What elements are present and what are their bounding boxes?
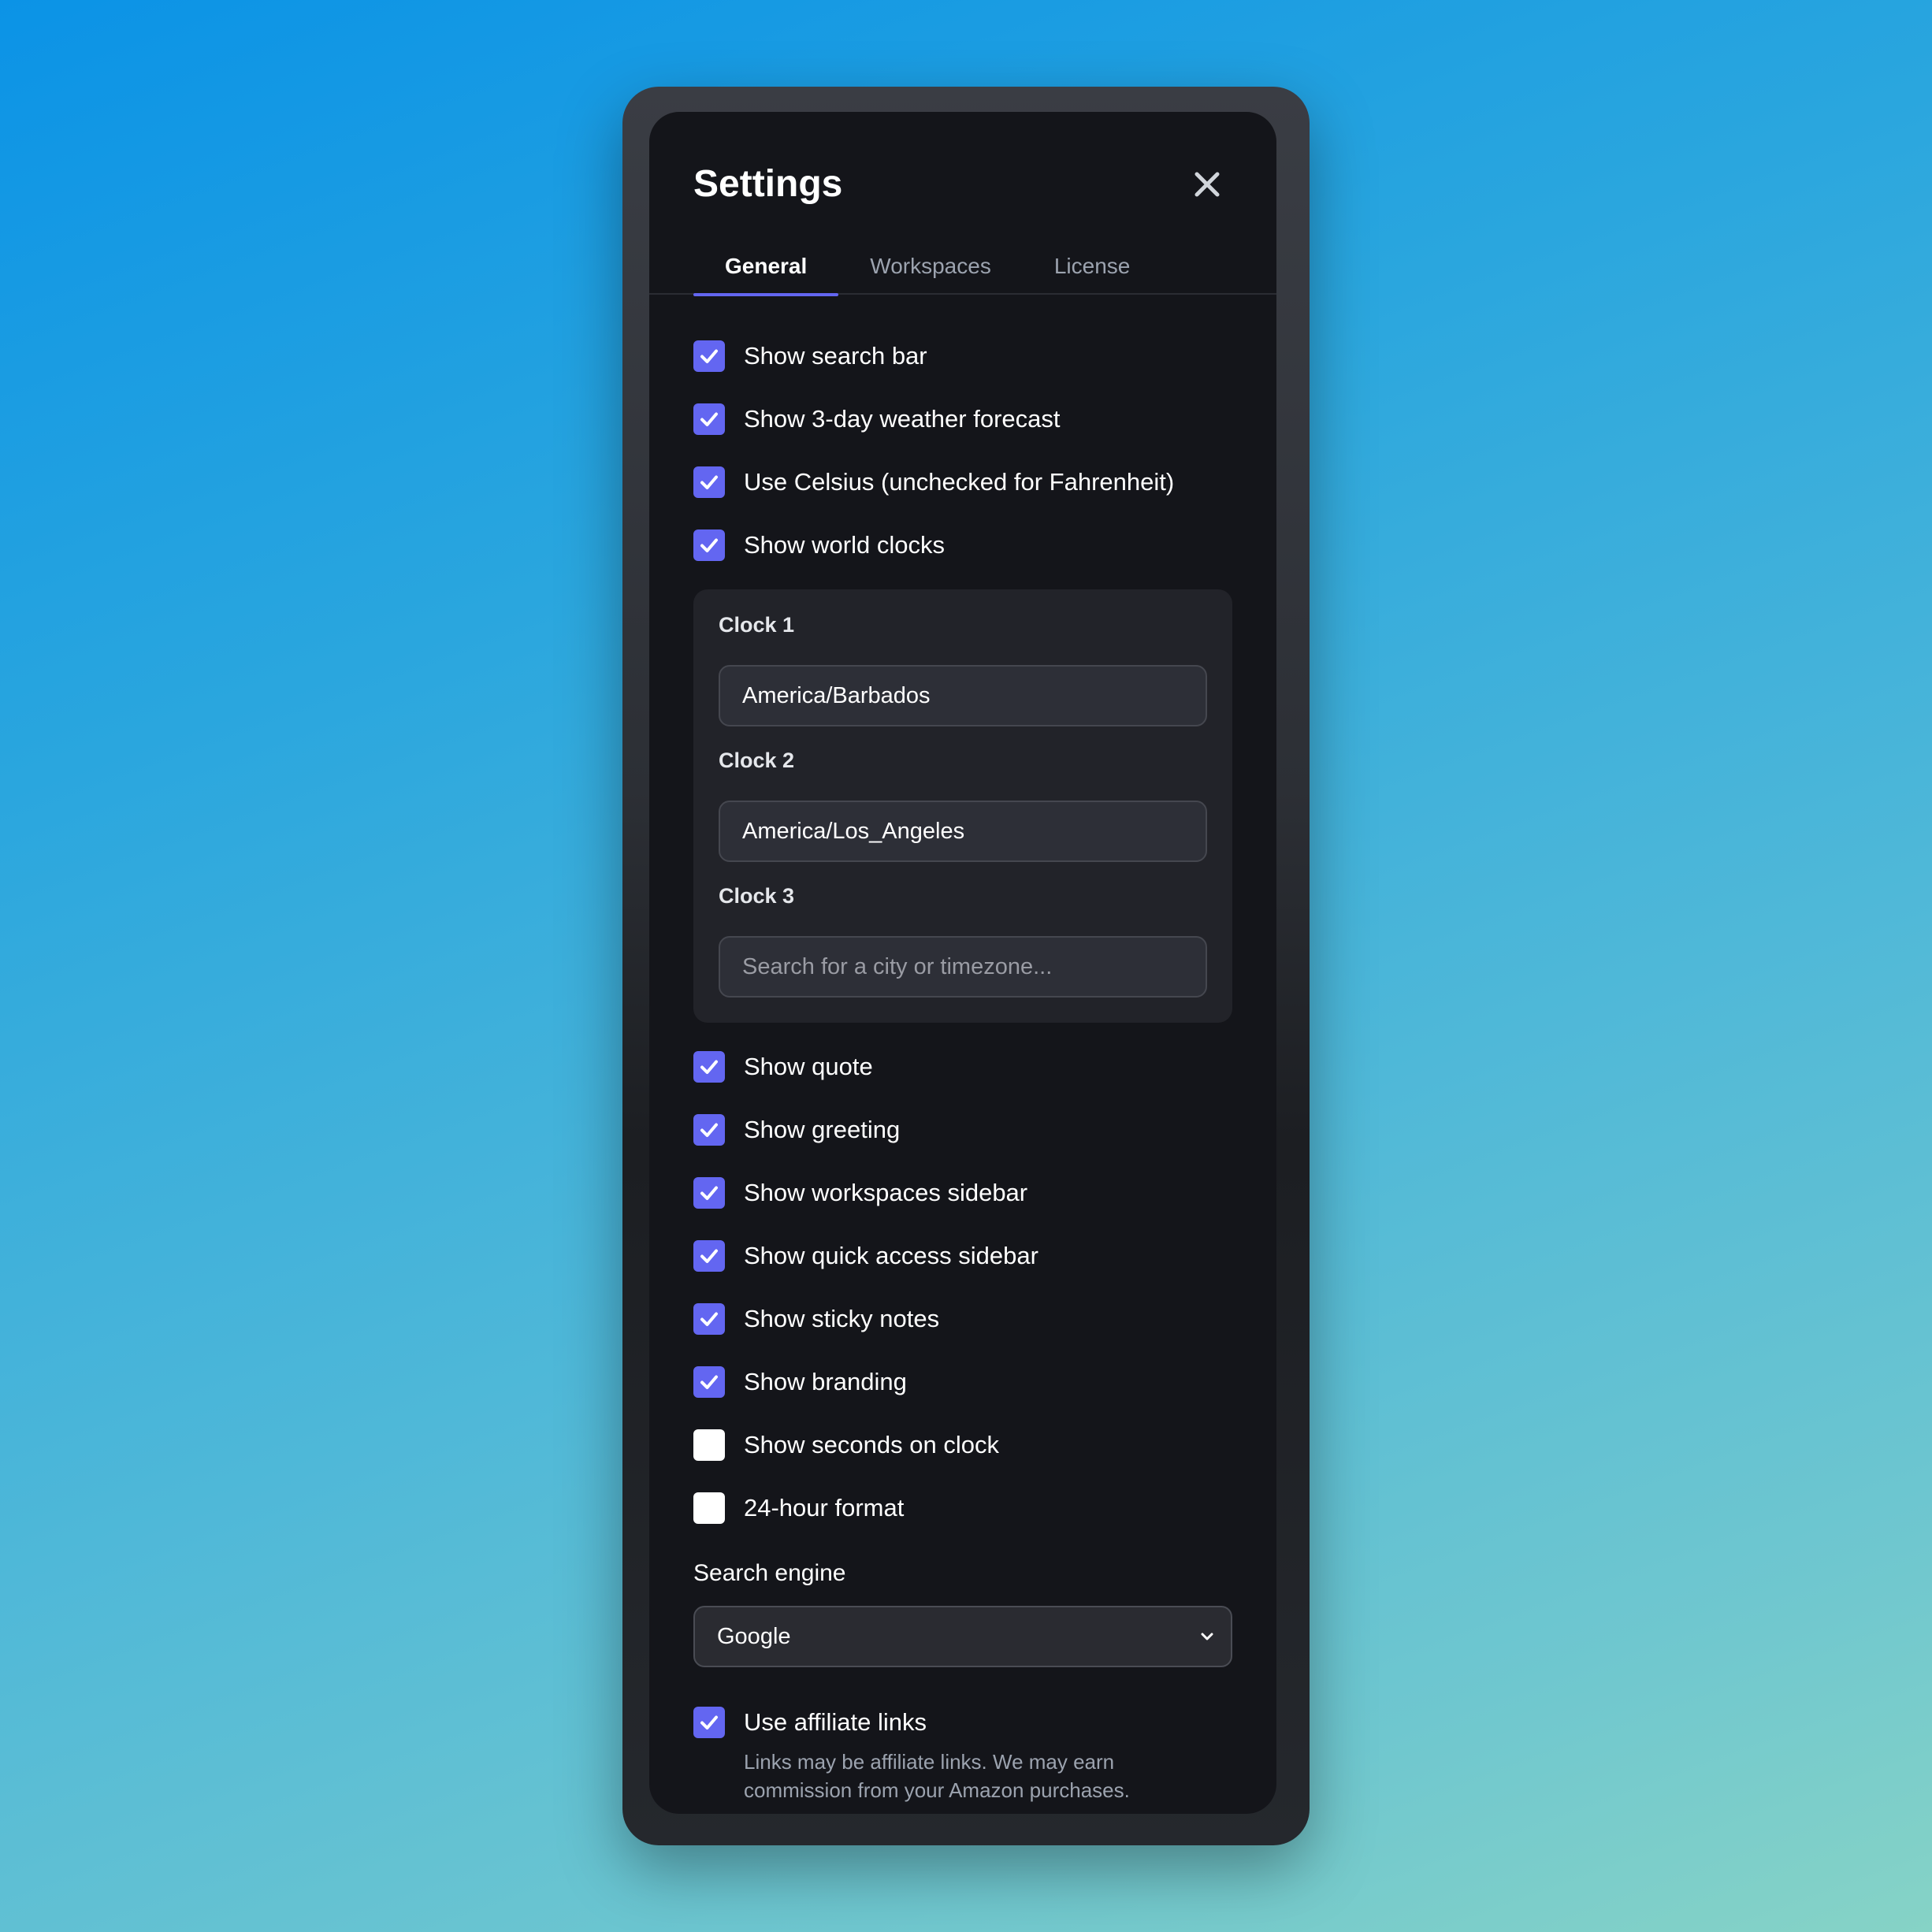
option-show-sticky-notes[interactable]: Show sticky notes [693,1287,1232,1351]
checkbox-checked[interactable] [693,1177,725,1209]
option-use-affiliate-links[interactable]: Use affiliate links [693,1691,1232,1754]
affiliate-note: Links may be affiliate links. We may ear… [744,1750,1130,1802]
clock-2-input[interactable] [719,801,1207,862]
option-label: Show sticky notes [744,1305,940,1332]
option-label: Use affiliate links [744,1708,927,1736]
checkbox-checked[interactable] [693,1051,725,1083]
clock-1-input[interactable] [719,665,1207,726]
checkmark-icon [700,1715,718,1730]
option-24-hour-format[interactable]: 24-hour format [693,1477,1232,1540]
tab-license[interactable]: License [1023,238,1162,295]
checkbox-checked[interactable] [693,1114,725,1146]
checkmark-icon [700,412,718,426]
option-show-seconds-on-clock[interactable]: Show seconds on clock [693,1414,1232,1477]
option-label: Show search bar [744,342,927,370]
clock-2-label: Clock 2 [719,749,795,772]
checkbox-checked[interactable] [693,466,725,498]
option-label: Show branding [744,1368,907,1395]
option-label: Show quick access sidebar [744,1242,1038,1269]
tab-workspaces[interactable]: Workspaces [838,238,1023,295]
checkmark-icon [700,349,718,363]
settings-header: Settings [693,153,1232,216]
search-engine-selected: Google [717,1623,791,1649]
checkbox-checked[interactable] [693,1240,725,1272]
checkbox-unchecked[interactable] [693,1492,725,1524]
option-label: Show seconds on clock [744,1431,999,1458]
option-label: 24-hour format [744,1494,905,1521]
settings-panel: Settings General Workspaces License Show… [649,112,1276,1814]
checkbox-checked[interactable] [693,1707,725,1738]
checkmark-icon [700,1375,718,1389]
checkbox-checked[interactable] [693,529,725,561]
clock-1-label: Clock 1 [719,613,795,637]
clock-3-label: Clock 3 [719,884,795,908]
option-label: Show workspaces sidebar [744,1179,1028,1206]
checkmark-icon [700,1060,718,1074]
settings-tabs: General Workspaces License [693,238,1276,296]
search-engine-select[interactable]: Google [693,1606,1232,1667]
option-label: Show world clocks [744,531,945,559]
checkmark-icon [700,1312,718,1326]
option-show-quick-access-sidebar[interactable]: Show quick access sidebar [693,1224,1232,1287]
search-engine-label: Search engine [693,1560,846,1586]
option-label: Show 3-day weather forecast [744,405,1061,433]
tab-general[interactable]: General [693,238,839,296]
checkbox-checked[interactable] [693,403,725,435]
option-label: Show greeting [744,1116,901,1143]
close-button[interactable] [1182,159,1232,210]
option-show-search-bar[interactable]: Show search bar [693,325,1232,388]
option-label: Use Celsius (unchecked for Fahrenheit) [744,468,1175,496]
checkmark-icon [700,538,718,552]
option-label: Show quote [744,1053,873,1080]
option-show-world-clocks[interactable]: Show world clocks [693,514,1232,577]
option-show-branding[interactable]: Show branding [693,1351,1232,1414]
option-show-quote[interactable]: Show quote [693,1035,1232,1098]
checkmark-icon [700,1186,718,1200]
checkmark-icon [700,1123,718,1137]
option-show-workspaces-sidebar[interactable]: Show workspaces sidebar [693,1161,1232,1224]
checkmark-icon [700,475,718,489]
chevron-down-icon [1201,1633,1213,1640]
general-settings: Show search bar Show 3-day weather forec… [693,325,1232,1804]
option-show-greeting[interactable]: Show greeting [693,1098,1232,1161]
checkmark-icon [700,1249,718,1263]
settings-title: Settings [693,163,843,205]
checkbox-checked[interactable] [693,1366,725,1398]
option-show-weather-forecast[interactable]: Show 3-day weather forecast [693,388,1232,451]
option-use-celsius[interactable]: Use Celsius (unchecked for Fahrenheit) [693,451,1232,514]
world-clocks-box: Clock 1 Clock 2 Clock 3 [693,589,1232,1023]
close-icon [1194,172,1220,197]
checkbox-unchecked[interactable] [693,1429,725,1461]
clock-3-input[interactable] [719,936,1207,998]
checkbox-checked[interactable] [693,340,725,372]
checkbox-checked[interactable] [693,1303,725,1335]
